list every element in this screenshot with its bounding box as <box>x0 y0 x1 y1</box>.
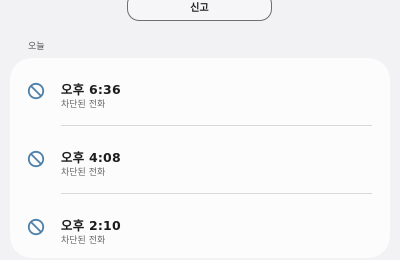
call-time: 오후 4:08 <box>61 150 121 165</box>
call-status: 차단된 전화 <box>61 168 106 178</box>
block-icon <box>27 82 45 100</box>
call-time: 오후 2:10 <box>61 218 121 233</box>
call-status: 차단된 전화 <box>61 100 106 110</box>
call-list-item[interactable]: 오후 4:08 차단된 전화 <box>10 126 390 192</box>
call-list-card: 오후 6:36 차단된 전화 오후 4:08 차단된 전화 오후 2:10 차단… <box>10 58 390 258</box>
call-time: 오후 6:36 <box>61 82 121 97</box>
section-label-today: 오늘 <box>28 42 45 52</box>
report-button[interactable]: 신고 <box>127 0 272 21</box>
block-icon <box>27 150 45 168</box>
call-list-item[interactable]: 오후 2:10 차단된 전화 <box>10 194 390 260</box>
call-status: 차단된 전화 <box>61 236 106 246</box>
block-icon <box>27 218 45 236</box>
call-list-item[interactable]: 오후 6:36 차단된 전화 <box>10 58 390 124</box>
